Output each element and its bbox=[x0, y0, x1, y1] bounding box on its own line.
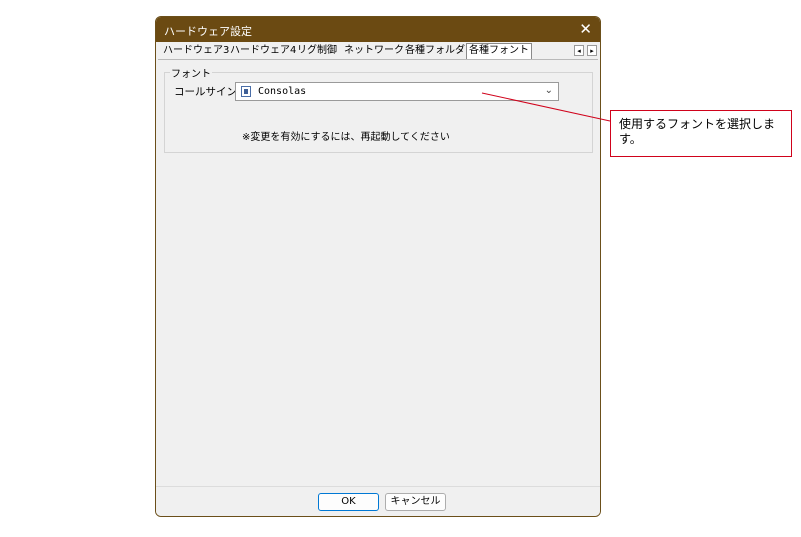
callsign-label: コールサイン bbox=[174, 86, 237, 98]
tab-fonts[interactable]: 各種フォント bbox=[466, 43, 532, 59]
callout-text: 使用するフォントを選択します。 bbox=[619, 117, 776, 146]
font-group-legend: フォント bbox=[170, 65, 212, 80]
tab-rig-control[interactable]: リグ制御 bbox=[295, 44, 339, 58]
close-icon[interactable]: ✕ bbox=[579, 20, 592, 38]
callsign-font-select[interactable]: Consolas ⌄ bbox=[235, 82, 559, 101]
truetype-font-icon bbox=[241, 86, 251, 97]
tab-scroll-left-icon[interactable]: ◂ bbox=[574, 45, 584, 56]
ok-button[interactable]: OK bbox=[318, 493, 379, 511]
tab-hardware3[interactable]: ハードウェア3 bbox=[161, 44, 231, 58]
tab-scroll-right-icon[interactable]: ▸ bbox=[587, 45, 597, 56]
tab-strip: ハードウェア3 ハードウェア4 リグ制御 ネットワーク 各種フォルダ 各種フォン… bbox=[158, 43, 598, 60]
tab-hardware4[interactable]: ハードウェア4 bbox=[228, 44, 298, 58]
tab-folders[interactable]: 各種フォルダ bbox=[403, 44, 467, 58]
callsign-font-value: Consolas bbox=[258, 86, 307, 97]
dialog-title: ハードウェア設定 bbox=[164, 25, 252, 38]
tab-network[interactable]: ネットワーク bbox=[342, 44, 406, 58]
title-bar: ハードウェア設定 ✕ bbox=[156, 17, 600, 42]
callout-box: 使用するフォントを選択します。 bbox=[610, 110, 792, 157]
restart-note: ※変更を有効にするには、再起動してください bbox=[242, 132, 450, 143]
hardware-settings-dialog: ハードウェア設定 ✕ ハードウェア3 ハードウェア4 リグ制御 ネットワーク 各… bbox=[155, 16, 601, 517]
cancel-button[interactable]: キャンセル bbox=[385, 493, 446, 511]
chevron-down-icon[interactable]: ⌄ bbox=[545, 85, 553, 96]
